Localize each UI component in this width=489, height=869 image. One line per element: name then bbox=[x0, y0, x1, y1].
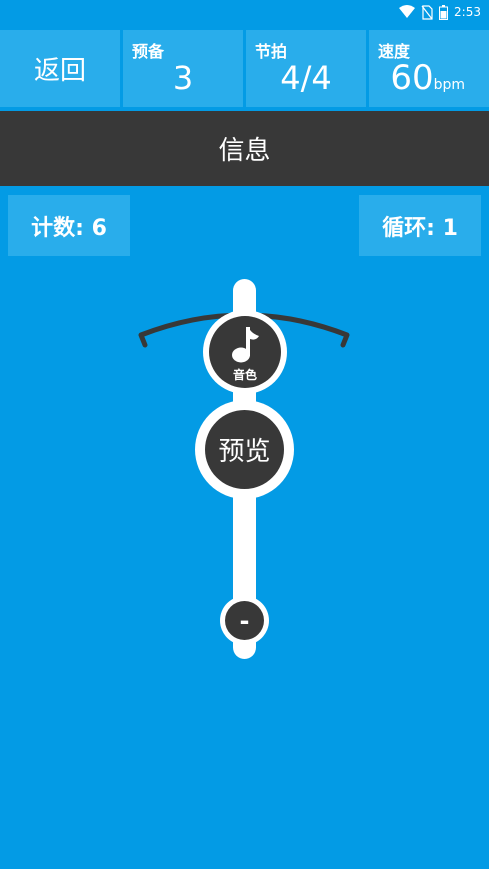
loop-badge[interactable]: 循环: 1 bbox=[359, 195, 481, 256]
speed-button[interactable]: 速度 60bpm bbox=[369, 30, 489, 107]
prep-value: 3 bbox=[172, 59, 194, 97]
top-bar: 返回 预备 3 节拍 4/4 速度 60bpm bbox=[0, 30, 489, 107]
speed-unit: bpm bbox=[433, 77, 465, 93]
preview-label: 预览 bbox=[218, 437, 271, 467]
beat-button[interactable]: 节拍 4/4 bbox=[246, 30, 366, 107]
minus-button[interactable]: - bbox=[220, 596, 269, 645]
status-bar: 2:53 bbox=[0, 0, 489, 24]
back-label: 返回 bbox=[33, 56, 86, 86]
music-note-icon bbox=[231, 324, 261, 368]
beat-value: 4/4 bbox=[280, 59, 332, 97]
back-button[interactable]: 返回 bbox=[0, 30, 120, 107]
status-icons: 2:53 bbox=[399, 3, 481, 21]
speed-value: 60 bbox=[390, 58, 434, 98]
preview-button-inner: 预览 bbox=[205, 410, 284, 489]
loop-label: 循环: 1 bbox=[382, 215, 458, 241]
minus-button-inner: - bbox=[225, 601, 264, 640]
minus-label: - bbox=[239, 606, 250, 635]
timbre-button[interactable]: 音色 bbox=[203, 310, 287, 394]
count-badge[interactable]: 计数: 6 bbox=[8, 195, 130, 256]
preview-button[interactable]: 预览 bbox=[195, 400, 294, 499]
timbre-button-inner: 音色 bbox=[209, 316, 281, 388]
info-button[interactable]: 信息 bbox=[0, 111, 489, 186]
battery-icon bbox=[439, 4, 449, 20]
status-time: 2:53 bbox=[454, 5, 481, 19]
prep-count-button[interactable]: 预备 3 bbox=[123, 30, 243, 107]
timbre-label: 音色 bbox=[232, 368, 257, 382]
no-sim-icon bbox=[421, 4, 433, 20]
count-label: 计数: 6 bbox=[31, 215, 107, 241]
wifi-icon bbox=[399, 5, 416, 19]
speed-value-group: 60bpm bbox=[390, 58, 465, 105]
info-label: 信息 bbox=[218, 136, 271, 166]
